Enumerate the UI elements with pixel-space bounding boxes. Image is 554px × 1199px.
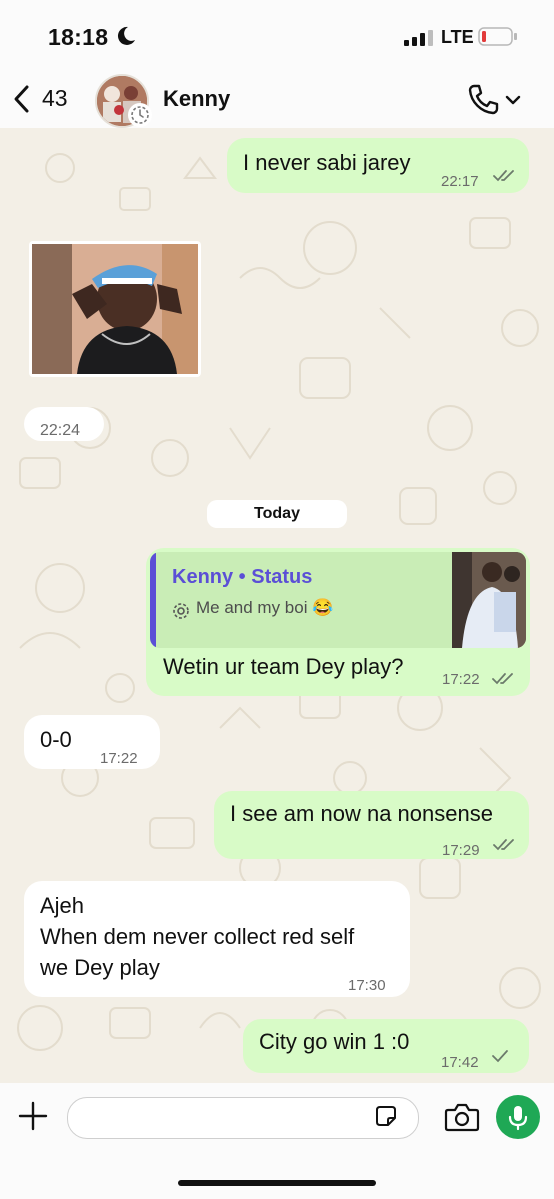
chevron-down-icon	[505, 95, 521, 105]
message-text: 0-0	[40, 727, 72, 752]
double-tick-icon	[492, 673, 513, 685]
clock: 18:18	[48, 24, 109, 50]
message-composer	[0, 1083, 554, 1199]
message-incoming[interactable]: Ajeh When dem never collect red self we …	[24, 881, 410, 997]
double-tick-icon	[493, 170, 514, 182]
message-text: I never sabi jarey	[243, 150, 411, 175]
reply-text: Me and my boi 😂	[196, 598, 334, 617]
message-text-line: When dem never collect red self	[40, 924, 355, 949]
message-time: 22:17	[441, 173, 479, 190]
message-outgoing[interactable]: I never sabi jarey 22:17	[227, 138, 529, 193]
message-outgoing[interactable]: I see am now na nonsense 17:29	[214, 791, 529, 859]
photo	[32, 244, 198, 374]
message-time: 17:29	[442, 842, 480, 859]
status-icon	[173, 603, 189, 619]
message-time: 17:22	[442, 671, 480, 688]
status-ring-icon	[128, 103, 152, 127]
message-text: Wetin ur team Dey play?	[163, 654, 404, 679]
message-text: City go win 1 :0	[259, 1029, 410, 1054]
message-text-line: Ajeh	[40, 893, 85, 918]
status-bar: 18:18 LTE	[0, 0, 554, 74]
message-text-line: we Dey play	[40, 955, 160, 980]
quoted-status[interactable]: Kenny • Status Me and my boi 😂	[150, 552, 526, 648]
phone-icon	[468, 84, 499, 115]
mic-button[interactable]	[496, 1095, 540, 1139]
sticker-icon[interactable]	[374, 1104, 398, 1128]
moon-icon	[117, 26, 135, 45]
contact-name[interactable]: Kenny	[163, 86, 230, 112]
message-time: 17:42	[441, 1054, 479, 1071]
message-time: 17:30	[348, 977, 386, 994]
reply-accent-bar	[150, 552, 156, 648]
single-tick-icon	[492, 1050, 508, 1063]
plus-icon[interactable]	[16, 1099, 50, 1133]
back-button[interactable]: 43	[10, 82, 100, 118]
image-message[interactable]	[29, 241, 201, 377]
network-label: LTE	[441, 27, 474, 47]
message-text: I see am now na nonsense	[230, 801, 493, 826]
message-outgoing[interactable]: City go win 1 :0 17:42	[243, 1019, 529, 1073]
status-thumbnail	[452, 552, 526, 648]
message-time: 22:24	[40, 422, 81, 439]
reply-title: Kenny • Status	[172, 566, 313, 588]
message-time: 17:22	[100, 750, 138, 767]
home-indicator[interactable]	[178, 1180, 376, 1186]
chat-area[interactable]: I never sabi jarey 22:17 22:24 Today Ken…	[0, 128, 554, 1083]
message-incoming[interactable]: 22:24	[24, 407, 104, 441]
call-button[interactable]	[466, 82, 526, 118]
battery-icon	[478, 27, 517, 46]
chat-header: 43 Kenny	[0, 74, 554, 128]
back-chevron-icon	[14, 85, 29, 113]
date-separator: Today	[207, 500, 347, 528]
mic-icon	[508, 1106, 528, 1131]
signal-icon	[404, 30, 433, 46]
double-tick-icon	[493, 839, 514, 851]
message-incoming[interactable]: 0-0 17:22	[24, 715, 160, 769]
unread-count: 43	[42, 85, 68, 111]
camera-icon[interactable]	[444, 1101, 480, 1133]
message-input[interactable]	[67, 1097, 419, 1139]
